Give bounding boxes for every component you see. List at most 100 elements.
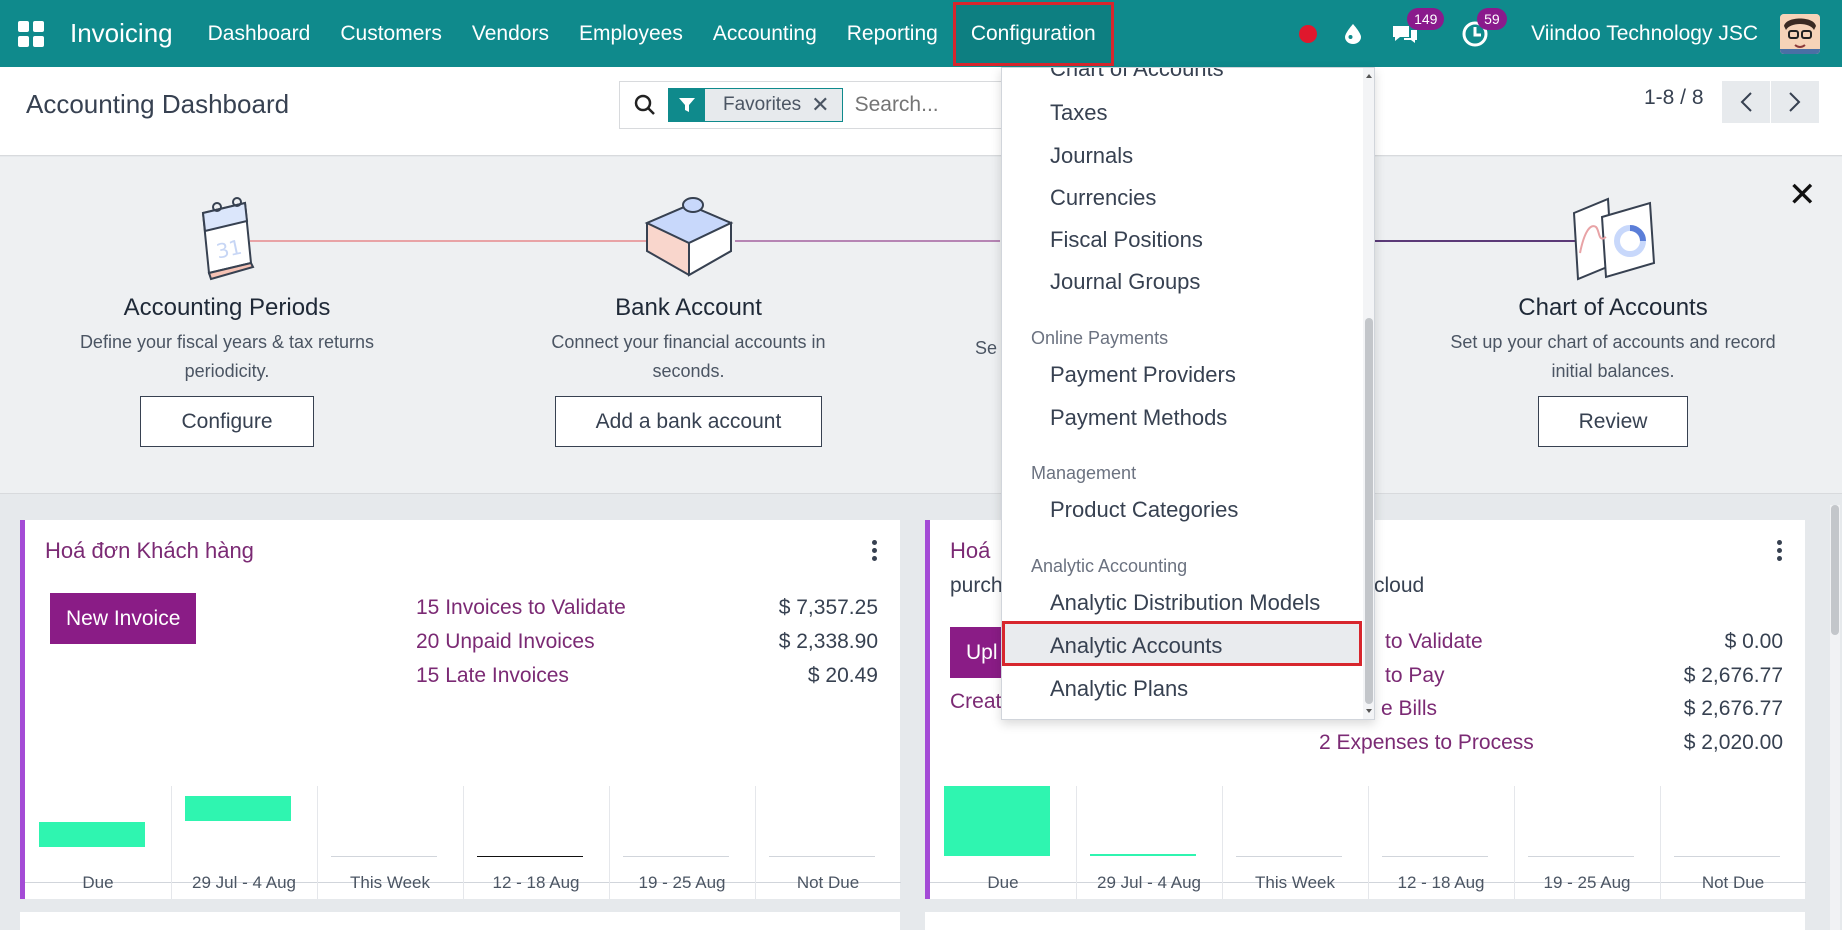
graph-bar[interactable] (769, 856, 875, 857)
menu-item-currencies[interactable]: Currencies (1050, 185, 1156, 211)
card-title[interactable]: Hoá (950, 538, 990, 564)
pager-value[interactable]: 1-8 / 8 (1644, 86, 1704, 110)
menu-item-analytic-plans[interactable]: Analytic Plans (1050, 676, 1188, 702)
hidden-step-description-fragment: Se (975, 338, 998, 358)
nav-customers[interactable]: Customers (325, 0, 457, 67)
graph-bar[interactable] (39, 822, 145, 847)
kebab-menu-icon[interactable] (872, 540, 878, 564)
onboarding-panel: ✕ 31 Accounting Periods Define your fisc… (0, 157, 1842, 494)
journal-card-next (925, 912, 1805, 930)
menu-item-taxes[interactable]: Taxes (1050, 100, 1107, 126)
review-button[interactable]: Review (1537, 396, 1689, 447)
chart-of-accounts-icon (1572, 197, 1656, 281)
calendar-icon: 31 (201, 197, 255, 281)
pager-previous-button[interactable] (1722, 81, 1770, 123)
apps-menu-icon[interactable] (18, 20, 44, 47)
activities-icon[interactable]: 59 (1461, 7, 1507, 48)
menu-item-product-categories[interactable]: Product Categories (1050, 497, 1238, 523)
menu-item-analytic-distribution-models[interactable]: Analytic Distribution Models (1050, 590, 1320, 616)
menu-section-online-payments: Online Payments (1031, 328, 1169, 348)
graph-bar[interactable] (1090, 853, 1196, 856)
create-manually-link[interactable]: Creat (950, 690, 1001, 714)
expenses-to-process-link[interactable]: 2 Expenses to Process (1319, 731, 1534, 755)
journal-card-next (20, 912, 900, 930)
search-facet[interactable]: Favorites ✕ (668, 88, 843, 122)
graph-bar[interactable] (477, 856, 583, 857)
step-title: Bank Account (615, 294, 762, 321)
graph-bar[interactable] (1382, 856, 1488, 857)
dropdown-scrollbar[interactable] (1363, 68, 1375, 719)
activities-badge: 59 (1477, 7, 1507, 30)
avatar-face-icon (1780, 13, 1820, 54)
menu-item-journals[interactable]: Journals (1050, 143, 1133, 169)
scroll-up-icon[interactable] (1363, 70, 1375, 82)
water-drop-icon[interactable] (1345, 23, 1362, 44)
nav-dashboard[interactable]: Dashboard (193, 0, 326, 67)
stat-value: $ 2,338.90 (778, 630, 878, 653)
nav-reporting[interactable]: Reporting (832, 0, 953, 67)
app-name[interactable]: Invoicing (70, 18, 173, 49)
graph-tick-label: This Week (350, 873, 430, 892)
step-description: Connect your financial accounts in secon… (551, 332, 826, 381)
stat-value: $ 7,357.25 (778, 596, 878, 619)
graph-bar[interactable] (623, 856, 729, 857)
messages-badge: 149 (1407, 7, 1445, 30)
user-avatar[interactable] (1780, 13, 1820, 54)
graph-bar[interactable] (1528, 856, 1634, 857)
nav-accounting[interactable]: Accounting (698, 0, 832, 67)
step-title: Chart of Accounts (1518, 294, 1708, 321)
messages-icon[interactable]: 149 (1391, 7, 1445, 48)
scrollbar-thumb[interactable] (1365, 318, 1373, 704)
menu-item-chart-of-accounts[interactable]: Chart of Accounts (1050, 68, 1224, 82)
graph-bar[interactable] (331, 856, 437, 857)
graph-bar[interactable] (944, 786, 1050, 856)
search-input[interactable] (854, 93, 995, 117)
chevron-left-icon (1740, 92, 1752, 112)
graph-tick-label: 19 - 25 Aug (638, 873, 726, 892)
facet-remove-icon[interactable]: ✕ (811, 89, 842, 121)
aged-payable-graph[interactable]: Due 29 Jul - 4 Aug This Week 12 - 18 Aug 19 … (930, 786, 1806, 899)
chevron-right-icon (1789, 92, 1801, 112)
late-bills-link[interactable]: e Bills (1381, 697, 1437, 721)
record-icon[interactable] (1299, 24, 1318, 43)
nav-employees[interactable]: Employees (564, 0, 698, 67)
step-description: Set up your chart of accounts and record… (1450, 332, 1776, 381)
page-scrollbar[interactable] (1830, 505, 1840, 930)
graph-tick-label: Not Due (796, 873, 860, 892)
late-invoices-link[interactable]: 15 Late Invoices (416, 664, 569, 688)
menu-item-journal-groups[interactable]: Journal Groups (1050, 269, 1200, 295)
bills-to-validate-link[interactable]: to Validate (1385, 630, 1483, 654)
add-bank-account-button[interactable]: Add a bank account (554, 396, 823, 447)
menu-item-payment-methods[interactable]: Payment Methods (1050, 405, 1227, 431)
unpaid-invoices-link[interactable]: 20 Unpaid Invoices (416, 630, 595, 654)
card-title[interactable]: Hoá đơn Khách hàng (45, 538, 254, 564)
nav-vendors[interactable]: Vendors (457, 0, 564, 67)
configuration-dropdown-menu: Chart of Accounts Taxes Journals Currencie… (1001, 67, 1375, 720)
invoices-to-validate-link[interactable]: 15 Invoices to Validate (416, 596, 626, 620)
search-icon[interactable] (634, 94, 656, 116)
menu-item-analytic-accounts[interactable]: Analytic Accounts (1050, 633, 1222, 659)
pager-next-button[interactable] (1771, 81, 1819, 123)
graph-tick-label: 19 - 25 Aug (1543, 873, 1631, 892)
systray: 149 59 Viindoo Technology JSC (1299, 0, 1842, 67)
menu-item-payment-providers[interactable]: Payment Providers (1050, 362, 1236, 388)
nav-configuration[interactable]: Configuration (952, 2, 1114, 66)
bills-to-pay-link[interactable]: to Pay (1385, 664, 1445, 688)
menu-section-analytic-accounting: Analytic Accounting (1031, 556, 1188, 576)
new-invoice-button[interactable]: New Invoice (50, 593, 197, 644)
graph-bar[interactable] (1674, 856, 1780, 857)
scroll-down-icon[interactable] (1363, 705, 1375, 717)
graph-tick-label: 12 - 18 Aug (1397, 873, 1485, 892)
graph-bar[interactable] (1236, 856, 1342, 857)
graph-tick-label: Due (987, 873, 1019, 892)
menu-item-fiscal-positions[interactable]: Fiscal Positions (1050, 227, 1203, 253)
configure-button[interactable]: Configure (140, 396, 314, 447)
graph-bar[interactable] (185, 796, 291, 821)
step-accounting-periods: 31 Accounting Periods Define your fiscal… (50, 193, 404, 447)
company-switcher[interactable]: Viindoo Technology JSC (1531, 22, 1758, 46)
stat-value: $ 2,676.77 (1683, 664, 1783, 687)
aged-receivable-graph[interactable]: Due 29 Jul - 4 Aug This Week 12 - 18 Aug 19 … (25, 786, 901, 899)
facet-label: Favorites (705, 89, 812, 121)
search-bar[interactable]: Favorites ✕ (619, 81, 1019, 129)
kebab-menu-icon[interactable] (1777, 540, 1783, 564)
